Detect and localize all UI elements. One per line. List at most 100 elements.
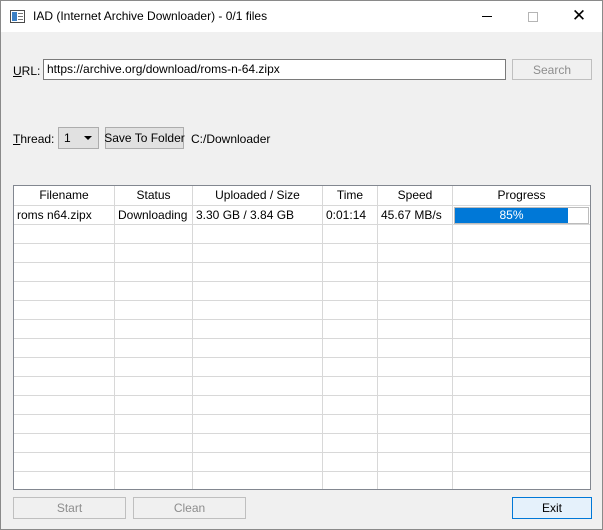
table-cell-empty [453, 301, 590, 319]
table-row-empty[interactable] [14, 263, 590, 282]
downloads-table[interactable]: Filename Status Uploaded / Size Time Spe… [13, 185, 591, 490]
table-cell-empty [453, 396, 590, 414]
column-header-time[interactable]: Time [323, 186, 378, 206]
table-row-empty[interactable] [14, 244, 590, 263]
table-row-empty[interactable] [14, 434, 590, 453]
thread-select[interactable]: 1 [58, 127, 99, 149]
table-cell-empty [115, 472, 193, 489]
cell-speed: 45.67 MB/s [378, 206, 453, 224]
column-header-progress[interactable]: Progress [453, 186, 590, 206]
table-body: roms n64.zipx Downloading 3.30 GB / 3.84… [14, 206, 590, 489]
table-cell-empty [193, 434, 323, 452]
exit-button[interactable]: Exit [512, 497, 592, 519]
app-icon [10, 10, 25, 23]
table-cell-empty [193, 339, 323, 357]
table-cell-empty [378, 320, 453, 338]
table-cell-empty [193, 358, 323, 376]
table-cell-empty [453, 339, 590, 357]
table-cell-empty [14, 377, 115, 395]
chevron-down-icon [84, 136, 92, 140]
search-button[interactable]: Search [512, 59, 592, 80]
table-cell-empty [378, 377, 453, 395]
clean-button[interactable]: Clean [133, 497, 246, 519]
table-row-empty[interactable] [14, 396, 590, 415]
save-to-folder-button[interactable]: Save To Folder [104, 127, 185, 149]
column-header-speed[interactable]: Speed [378, 186, 453, 206]
table-cell-empty [453, 453, 590, 471]
progress-remaining [568, 208, 588, 223]
table-cell-empty [453, 320, 590, 338]
table-cell-empty [378, 415, 453, 433]
table-cell-empty [323, 472, 378, 489]
table-cell-empty [323, 263, 378, 281]
table-row[interactable]: roms n64.zipx Downloading 3.30 GB / 3.84… [14, 206, 590, 225]
table-row-empty[interactable] [14, 282, 590, 301]
table-cell-empty [193, 453, 323, 471]
cell-uploaded-size: 3.30 GB / 3.84 GB [193, 206, 323, 224]
table-cell-empty [14, 339, 115, 357]
table-row-empty[interactable] [14, 415, 590, 434]
table-cell-empty [453, 377, 590, 395]
table-cell-empty [378, 453, 453, 471]
table-cell-empty [323, 225, 378, 243]
table-cell-empty [453, 225, 590, 243]
cell-status: Downloading [115, 206, 193, 224]
table-cell-empty [14, 396, 115, 414]
table-cell-empty [14, 358, 115, 376]
minimize-icon [482, 16, 492, 17]
column-header-filename[interactable]: Filename [14, 186, 115, 206]
table-cell-empty [453, 263, 590, 281]
minimize-button[interactable] [464, 1, 510, 32]
table-row-empty[interactable] [14, 472, 590, 489]
url-input[interactable]: https://archive.org/download/roms-n-64.z… [43, 59, 506, 80]
cell-progress: 85% [453, 206, 590, 224]
table-row-empty[interactable] [14, 358, 590, 377]
table-cell-empty [115, 244, 193, 262]
table-cell-empty [115, 263, 193, 281]
progress-bar: 85% [454, 207, 589, 224]
column-header-uploaded-size[interactable]: Uploaded / Size [193, 186, 323, 206]
table-cell-empty [453, 472, 590, 489]
table-row-empty[interactable] [14, 377, 590, 396]
table-row-empty[interactable] [14, 453, 590, 472]
maximize-button[interactable] [510, 1, 556, 32]
table-cell-empty [115, 320, 193, 338]
cell-time: 0:01:14 [323, 206, 378, 224]
table-cell-empty [193, 320, 323, 338]
table-cell-empty [115, 301, 193, 319]
table-cell-empty [378, 282, 453, 300]
table-cell-empty [115, 415, 193, 433]
title-bar[interactable]: IAD (Internet Archive Downloader) - 0/1 … [1, 1, 602, 32]
table-cell-empty [323, 396, 378, 414]
table-cell-empty [323, 282, 378, 300]
table-cell-empty [14, 453, 115, 471]
table-row-empty[interactable] [14, 320, 590, 339]
table-cell-empty [14, 415, 115, 433]
table-cell-empty [115, 453, 193, 471]
table-cell-empty [378, 225, 453, 243]
table-cell-empty [14, 434, 115, 452]
column-header-status[interactable]: Status [115, 186, 193, 206]
table-cell-empty [323, 415, 378, 433]
table-cell-empty [115, 339, 193, 357]
table-row-empty[interactable] [14, 339, 590, 358]
table-cell-empty [378, 396, 453, 414]
table-cell-empty [453, 415, 590, 433]
start-button[interactable]: Start [13, 497, 126, 519]
maximize-icon [528, 11, 538, 22]
table-cell-empty [323, 434, 378, 452]
table-cell-empty [323, 244, 378, 262]
close-button[interactable]: ✕ [556, 1, 602, 32]
table-cell-empty [14, 320, 115, 338]
table-cell-empty [378, 339, 453, 357]
table-cell-empty [14, 282, 115, 300]
table-cell-empty [378, 301, 453, 319]
table-row-empty[interactable] [14, 225, 590, 244]
table-cell-empty [323, 358, 378, 376]
table-cell-empty [14, 225, 115, 243]
table-row-empty[interactable] [14, 301, 590, 320]
window-title: IAD (Internet Archive Downloader) - 0/1 … [33, 9, 268, 23]
table-cell-empty [378, 472, 453, 489]
table-cell-empty [14, 472, 115, 489]
table-cell-empty [453, 358, 590, 376]
